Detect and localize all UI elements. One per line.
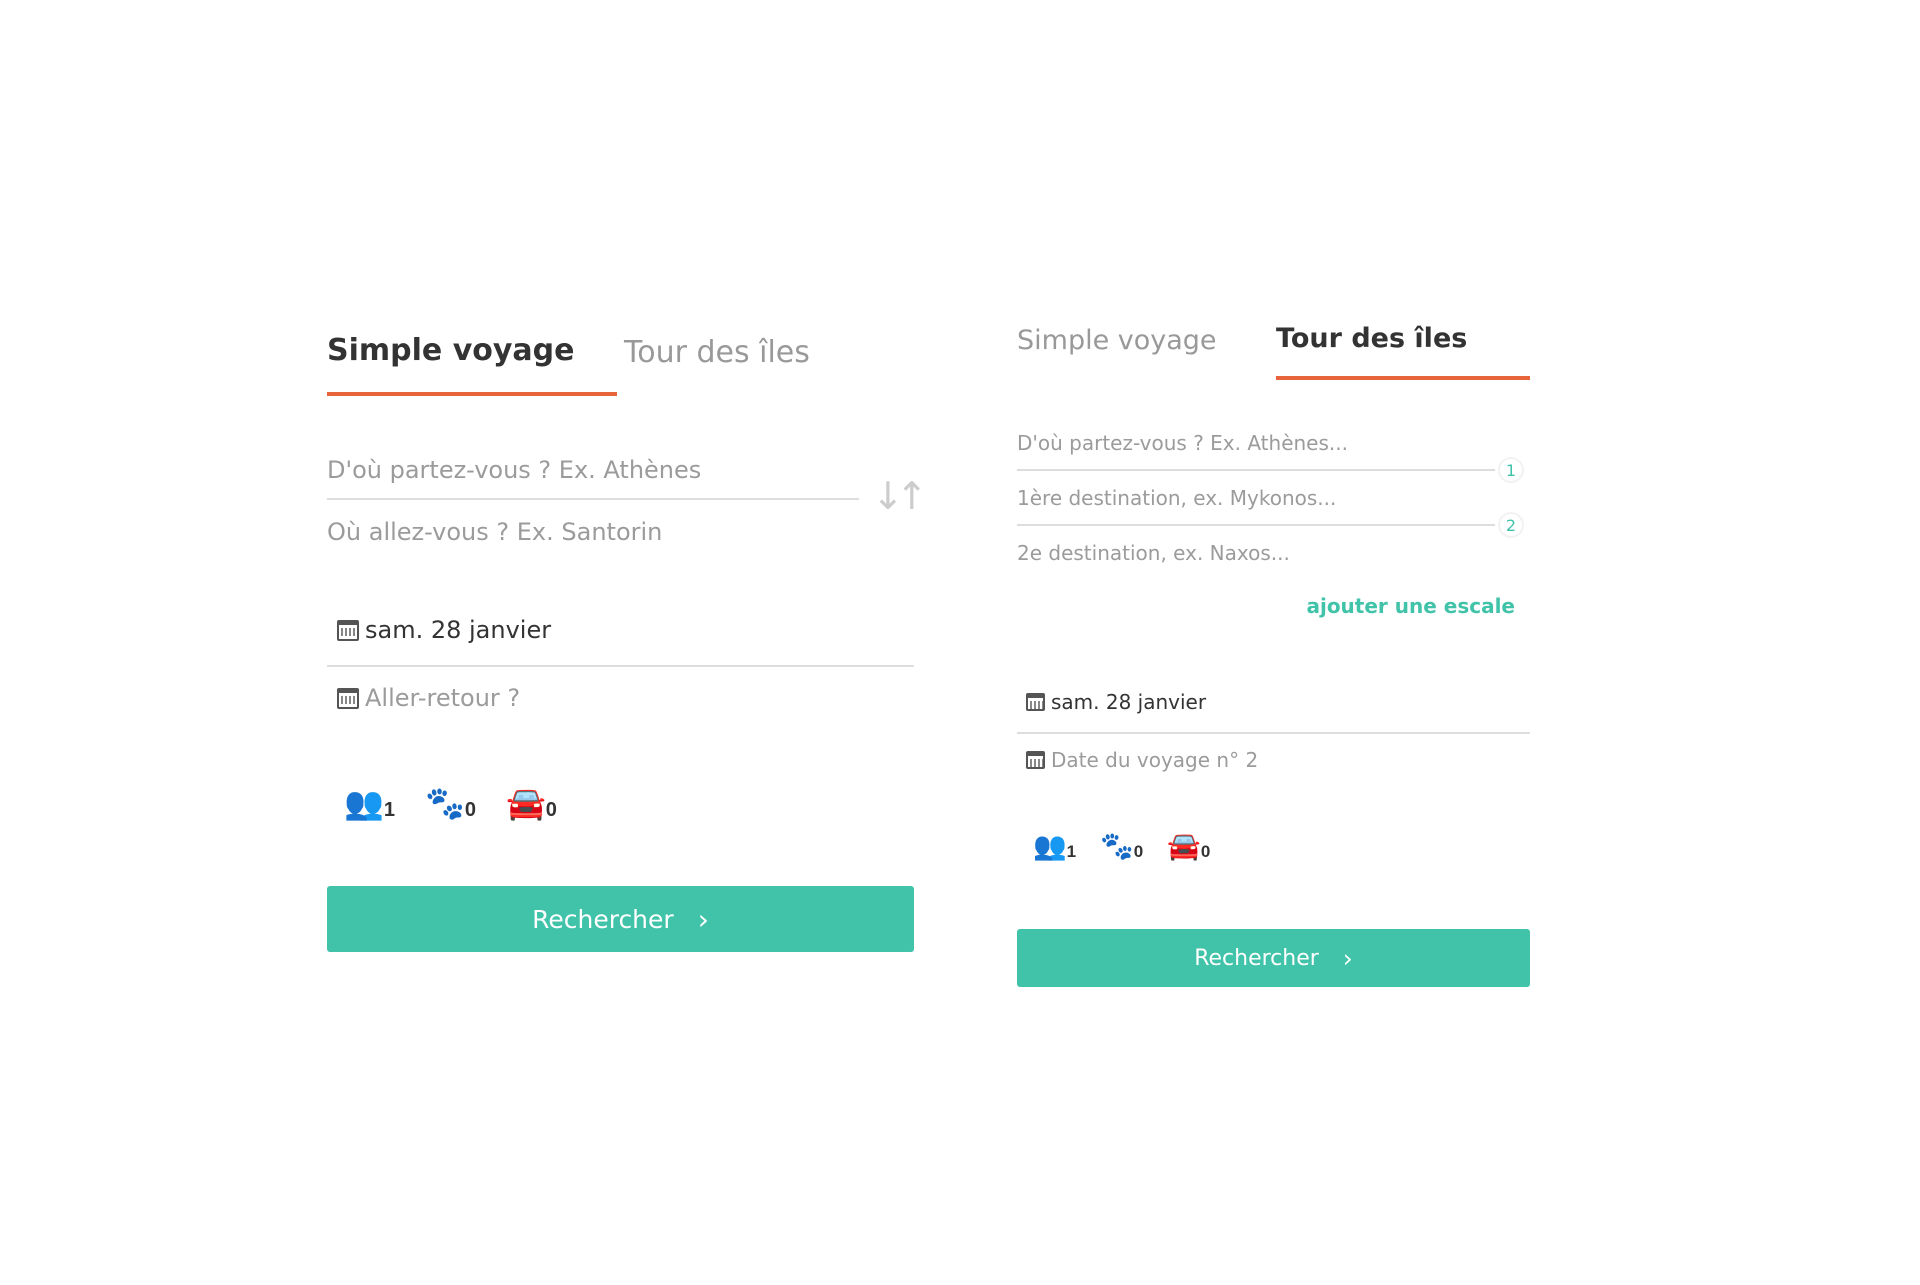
vehicles-counter[interactable]: 🚘 0 — [506, 784, 557, 822]
field-divider — [327, 498, 859, 500]
vehicles-count: 0 — [545, 799, 557, 821]
chevron-right-icon: › — [1342, 943, 1353, 973]
calendar-icon — [1026, 751, 1045, 769]
tour-des-iles-panel: Simple voyage Tour des îles 1 2 ajouter … — [1017, 318, 1530, 987]
tab-simple-voyage[interactable]: Simple voyage — [1017, 318, 1217, 380]
tab-simple-voyage[interactable]: Simple voyage — [327, 326, 617, 396]
destination-input[interactable] — [327, 512, 857, 552]
departure-input[interactable] — [327, 450, 857, 490]
stop-number-badge: 1 — [1498, 457, 1524, 483]
simple-voyage-panel: Simple voyage Tour des îles ↓↑ sam. 28 j… — [327, 326, 928, 952]
stop-number-badge: 2 — [1498, 512, 1524, 538]
pets-count: 0 — [464, 799, 476, 821]
search-button[interactable]: Rechercher › — [327, 886, 914, 952]
date-divider — [327, 665, 914, 667]
search-button-label: Rechercher — [1194, 945, 1319, 971]
passengers-counter[interactable]: 👥 1 — [344, 784, 395, 822]
tab-tour-des-iles[interactable]: Tour des îles — [624, 326, 810, 396]
departure-date-field[interactable]: sam. 28 janvier — [327, 616, 551, 644]
passengers-count: 1 — [383, 799, 395, 821]
calendar-icon — [337, 619, 359, 641]
first-date: sam. 28 janvier — [1051, 690, 1207, 714]
passengers-count: 1 — [1066, 842, 1077, 861]
first-date-field[interactable]: sam. 28 janvier — [1017, 690, 1206, 714]
calendar-icon — [337, 687, 359, 709]
return-date-field[interactable]: Aller-retour ? — [327, 684, 520, 712]
tab-bar: Simple voyage Tour des îles — [327, 326, 914, 396]
passengers-icon: 👥 — [344, 785, 384, 821]
traveler-counters: 👥 1 🐾 0 🚘 0 — [344, 784, 557, 822]
add-stop-link[interactable]: ajouter une escale — [1306, 594, 1515, 618]
vehicles-count: 0 — [1200, 842, 1211, 861]
date-divider — [1017, 732, 1530, 734]
second-date-placeholder: Date du voyage n° 2 — [1051, 748, 1259, 772]
second-date-field[interactable]: Date du voyage n° 2 — [1017, 748, 1258, 772]
second-destination-input[interactable] — [1017, 536, 1497, 570]
departure-input[interactable] — [1017, 426, 1497, 460]
calendar-icon — [1026, 693, 1045, 711]
paw-icon: 🐾 — [1100, 831, 1134, 861]
pets-count: 0 — [1133, 842, 1144, 861]
vehicles-counter[interactable]: 🚘 0 — [1167, 830, 1210, 862]
return-date-placeholder: Aller-retour ? — [365, 684, 521, 712]
field-divider — [1017, 469, 1495, 471]
swap-vertical-icon[interactable]: ↓↑ — [872, 474, 928, 518]
car-icon: 🚘 — [1167, 831, 1201, 861]
passengers-icon: 👥 — [1033, 831, 1067, 861]
tab-tour-des-iles[interactable]: Tour des îles — [1276, 318, 1530, 380]
chevron-right-icon: › — [697, 902, 709, 936]
passengers-counter[interactable]: 👥 1 — [1033, 830, 1076, 862]
first-destination-input[interactable] — [1017, 481, 1497, 515]
departure-date: sam. 28 janvier — [365, 616, 552, 644]
traveler-counters: 👥 1 🐾 0 🚘 0 — [1033, 830, 1210, 862]
search-button[interactable]: Rechercher › — [1017, 929, 1530, 987]
tab-bar: Simple voyage Tour des îles — [1017, 318, 1530, 388]
search-button-label: Rechercher — [532, 904, 674, 934]
car-icon: 🚘 — [505, 785, 546, 821]
pets-counter[interactable]: 🐾 0 — [1100, 830, 1143, 862]
pets-counter[interactable]: 🐾 0 — [425, 784, 476, 822]
field-divider — [1017, 524, 1495, 526]
paw-icon: 🐾 — [424, 785, 465, 821]
